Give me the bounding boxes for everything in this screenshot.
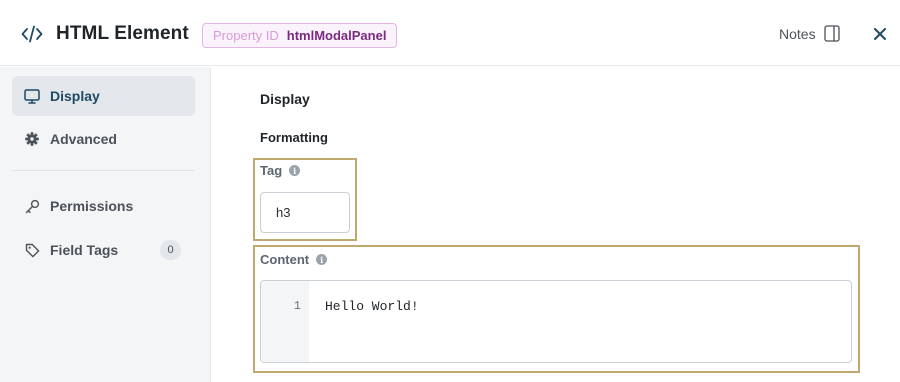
tag-label-text: Tag <box>260 163 283 178</box>
sidebar-item-label: Permissions <box>50 198 134 214</box>
tag-input[interactable]: h3 <box>260 192 350 233</box>
subsection-title: Formatting <box>260 130 328 145</box>
close-icon[interactable] <box>872 26 888 42</box>
sidebar-item-field-tags[interactable]: Field Tags 0 <box>12 230 195 270</box>
panel-icon <box>823 25 840 42</box>
content-field-label: Content i <box>260 252 328 267</box>
sidebar-item-permissions[interactable]: Permissions <box>12 186 195 226</box>
content-label-text: Content <box>260 252 310 267</box>
main-panel: Display Formatting Tag i h3 Content i 1 … <box>212 67 900 382</box>
property-id-label: Property ID <box>213 28 279 43</box>
editor-gutter: 1 <box>261 281 309 362</box>
line-number: 1 <box>293 299 301 313</box>
sidebar-item-label: Field Tags <box>50 242 119 258</box>
tag-icon <box>24 242 40 258</box>
modal-title: HTML Element <box>56 23 189 44</box>
property-id-value: htmlModalPanel <box>286 28 387 43</box>
monitor-icon <box>24 88 40 104</box>
info-icon[interactable]: i <box>316 254 328 265</box>
code-line: Hello World! <box>325 299 419 314</box>
sidebar: Display Advanced Permissions Field Tags … <box>0 67 211 382</box>
sidebar-item-display[interactable]: Display <box>12 76 195 116</box>
key-icon <box>24 198 40 214</box>
field-tags-count-badge: 0 <box>160 240 181 260</box>
sidebar-divider <box>12 170 195 171</box>
code-icon <box>21 25 43 43</box>
tag-field-label: Tag i <box>260 163 301 178</box>
section-title: Display <box>260 91 310 107</box>
notes-label: Notes <box>779 25 816 42</box>
sidebar-item-label: Display <box>50 88 100 104</box>
info-icon[interactable]: i <box>289 165 301 176</box>
property-id-badge: Property ID htmlModalPanel <box>202 23 398 48</box>
sidebar-item-label: Advanced <box>50 131 117 147</box>
notes-button[interactable]: Notes <box>779 25 840 42</box>
gear-icon <box>24 131 40 147</box>
modal-header: HTML Element Property ID htmlModalPanel … <box>0 0 900 66</box>
content-code-editor[interactable]: 1 Hello World! <box>260 280 852 363</box>
sidebar-item-advanced[interactable]: Advanced <box>12 119 195 159</box>
